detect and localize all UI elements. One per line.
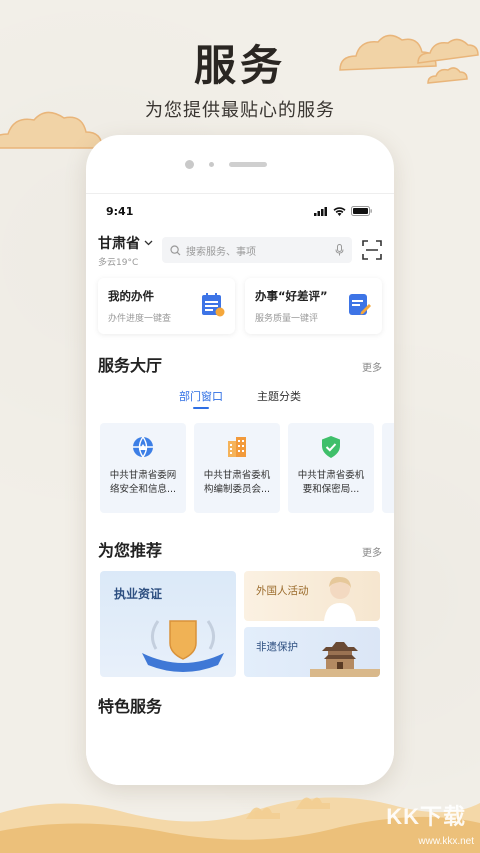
calendar-icon: [202, 293, 225, 317]
person-photo-icon: [324, 576, 356, 621]
department-item[interactable]: 中共甘肃省委机构编制委员会...: [194, 423, 280, 513]
phone-frame: 9:41 甘肃省 多云19°C 搜索服务、事项 我的办件 办件进度一键查 办事“…: [86, 135, 394, 785]
recommend-title: 为您推荐: [98, 541, 163, 560]
recommend-header: 为您推荐 更多: [86, 537, 394, 561]
featured-title: 特色服务: [98, 697, 163, 716]
recommend-card-title: 执业资证: [114, 587, 163, 601]
recommend-card-license[interactable]: 执业资证: [100, 571, 236, 677]
recommend-right-column: 外国人活动 非遗保护: [244, 571, 380, 677]
recommend-more-link[interactable]: 更多: [362, 544, 382, 559]
watermark-logo: KK下载: [386, 804, 466, 829]
microphone-icon[interactable]: [335, 244, 344, 256]
phone-top-bezel: [86, 135, 394, 193]
battery-icon: [351, 206, 372, 216]
network-globe-icon: [133, 436, 153, 459]
service-review-card[interactable]: 办事“好差评” 服务质量一键评: [245, 278, 382, 334]
recommend-card-foreigner[interactable]: 外国人活动: [244, 571, 380, 621]
search-input[interactable]: 搜索服务、事项: [186, 243, 330, 258]
pavilion-photo-icon: [310, 642, 380, 677]
tab-department-window[interactable]: 部门窗口: [179, 388, 223, 409]
service-hall-header: 服务大厅 更多: [86, 352, 394, 376]
service-hall-more-link[interactable]: 更多: [362, 359, 382, 374]
chevron-down-icon: [144, 240, 153, 245]
building-icon: [228, 437, 246, 457]
app-header: 甘肃省 多云19°C 搜索服务、事项: [86, 228, 394, 272]
speaker-icon: [229, 162, 267, 167]
department-item-partial[interactable]: [382, 423, 394, 513]
search-icon: [170, 244, 181, 255]
department-name: 中共甘肃省委机构编制委员会...: [203, 470, 271, 495]
status-time: 9:41: [106, 204, 134, 218]
review-icon: [349, 294, 371, 315]
recommend-card-title: 非遗保护: [256, 641, 298, 653]
status-bar: 9:41: [86, 194, 394, 228]
recommend-card-title: 外国人活动: [256, 585, 309, 597]
weather-text: 多云19°C: [98, 257, 139, 268]
department-list: 中共甘肃省委网络安全和信息... 中共甘肃省委机构编制委员会... 中共甘肃省委…: [86, 409, 394, 513]
department-name: 中共甘肃省委机要和保密局...: [297, 470, 365, 495]
quick-cards: 我的办件 办件进度一键查 办事“好差评” 服务质量一键评: [86, 272, 394, 334]
certificate-badge-icon: [142, 620, 224, 672]
sensor-icon: [209, 162, 214, 167]
camera-icon: [185, 160, 194, 169]
my-cases-card[interactable]: 我的办件 办件进度一键查: [98, 278, 235, 334]
tab-topic-category[interactable]: 主题分类: [257, 388, 301, 409]
promo-subtitle: 为您提供最贴心的服务: [145, 100, 335, 121]
status-icons: [314, 206, 372, 216]
search-bar[interactable]: 搜索服务、事项: [162, 237, 352, 263]
recommend-card-heritage[interactable]: 非遗保护: [244, 627, 380, 677]
location-name: 甘肃省: [98, 235, 140, 252]
promo-title: 服务: [193, 41, 286, 90]
watermark-url: www.kkx.net: [418, 836, 474, 847]
scan-icon[interactable]: [362, 240, 382, 260]
department-item[interactable]: 中共甘肃省委网络安全和信息...: [100, 423, 186, 513]
recommend-grid: 执业资证 外国人活动 非遗保护: [86, 561, 394, 677]
service-hall-tabs: 部门窗口 主题分类: [86, 388, 394, 409]
signal-icon: [314, 206, 327, 216]
department-item[interactable]: 中共甘肃省委机要和保密局...: [288, 423, 374, 513]
app-screen: 9:41 甘肃省 多云19°C 搜索服务、事项 我的办件 办件进度一键查 办事“…: [86, 193, 394, 785]
service-hall-title: 服务大厅: [98, 356, 163, 375]
location-selector[interactable]: 甘肃省 多云19°C: [98, 233, 162, 268]
shield-check-icon: [322, 436, 340, 458]
department-name: 中共甘肃省委网络安全和信息...: [109, 470, 177, 495]
wifi-icon: [333, 206, 346, 216]
